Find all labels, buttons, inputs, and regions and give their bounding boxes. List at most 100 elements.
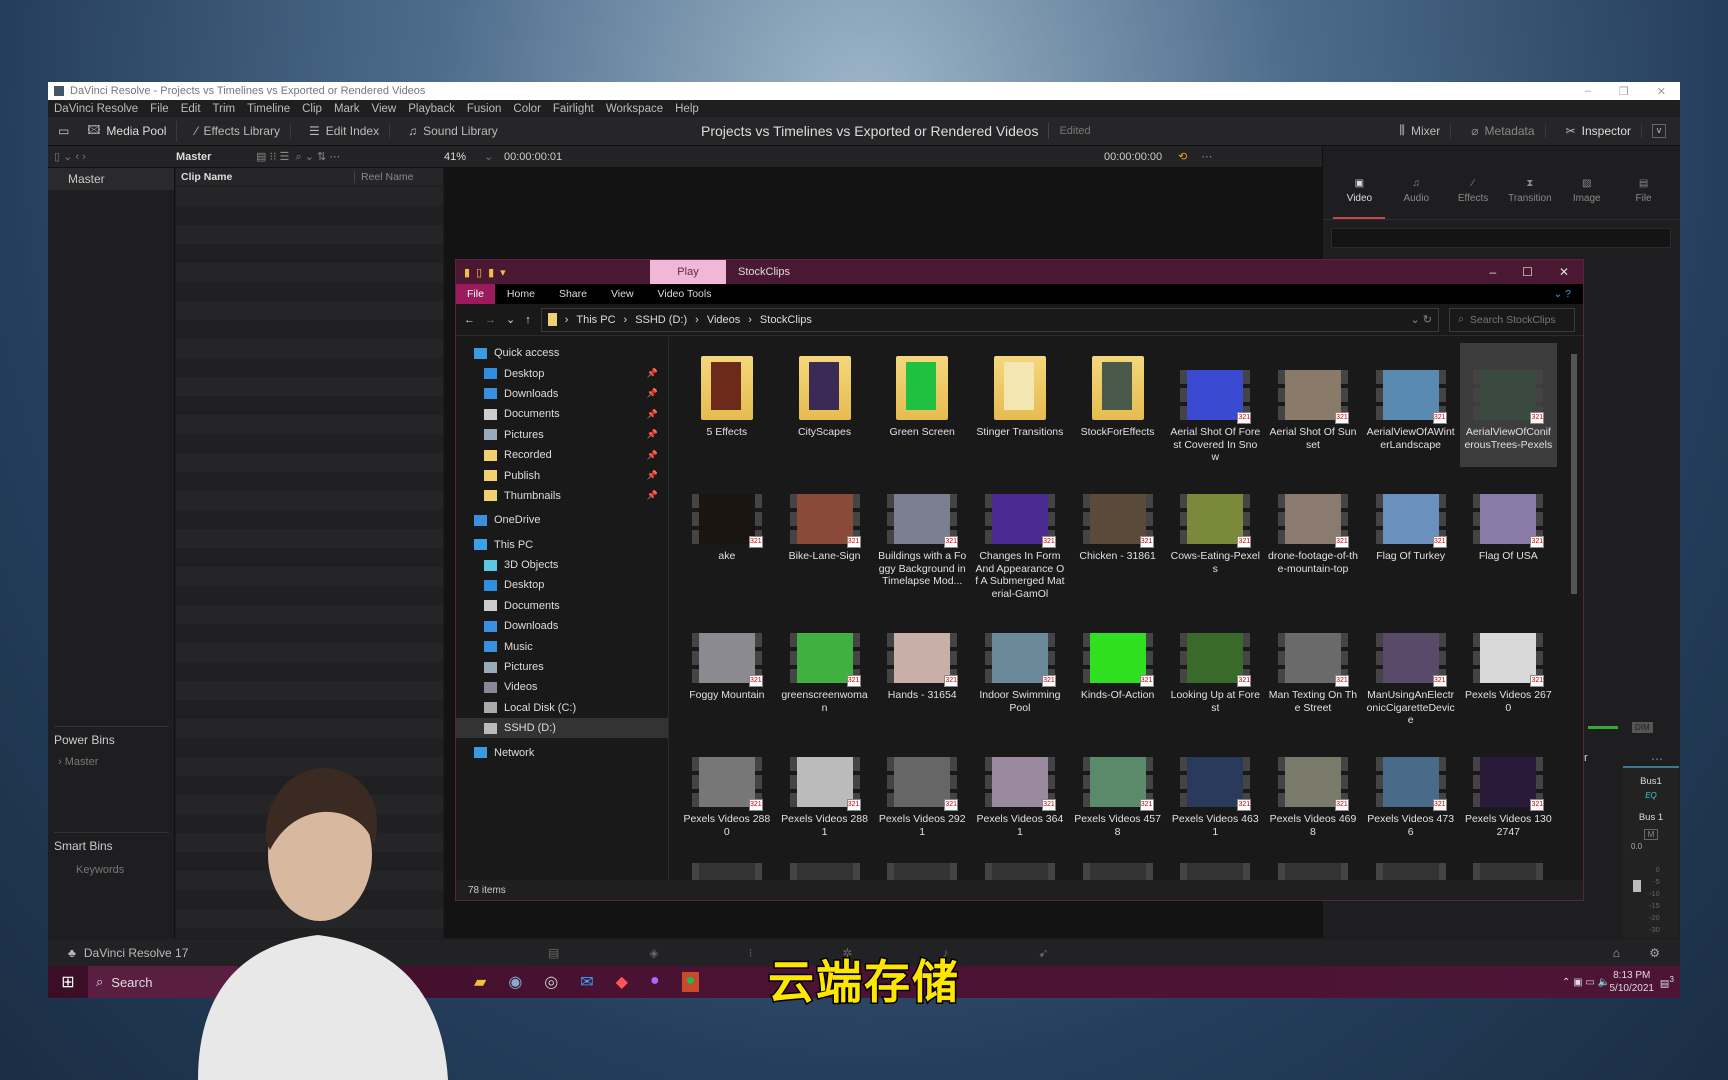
menu-color[interactable]: Color: [513, 103, 540, 115]
panel-toggle-icon[interactable]: ▭: [58, 124, 69, 138]
nav-item-this-pc[interactable]: This PC: [456, 535, 668, 555]
breadcrumb-stockclips[interactable]: StockClips: [760, 314, 812, 326]
zoom-level[interactable]: 41%: [444, 151, 484, 163]
minimize-button[interactable]: –: [1585, 85, 1591, 98]
breadcrumb-this-pc[interactable]: This PC: [576, 314, 615, 326]
video-file-item[interactable]: 321 Pexels Videos 2921: [873, 730, 971, 848]
pin-icon[interactable]: 📌: [647, 490, 658, 501]
maximize-button[interactable]: ☐: [1522, 265, 1533, 279]
start-icon[interactable]: ⊞: [48, 972, 88, 992]
video-file-item[interactable]: 321 Pexels Videos 4631: [1166, 730, 1264, 848]
column-reel-name[interactable]: Reel Name: [354, 170, 414, 183]
nav-item-publish[interactable]: Publish 📌: [456, 465, 668, 485]
menu-timeline[interactable]: Timeline: [247, 103, 290, 115]
mute-button[interactable]: M: [1644, 829, 1658, 840]
video-file-item[interactable]: 321 Aerial Shot Of Sunset: [1264, 343, 1362, 467]
metadata-button[interactable]: ⌀ Metadata: [1461, 123, 1546, 138]
inspector-tab-video[interactable]: ▣ Video: [1333, 178, 1386, 219]
back-icon[interactable]: ←: [464, 314, 475, 326]
inspector-tab-file[interactable]: ▤ File: [1618, 178, 1670, 219]
nav-item-desktop[interactable]: Desktop: [456, 575, 668, 595]
breadcrumb-sshd-d-[interactable]: SSHD (D:): [635, 314, 687, 326]
inspector-tab-audio[interactable]: ♫ Audio: [1390, 178, 1442, 219]
nav-item-thumbnails[interactable]: Thumbnails 📌: [456, 486, 668, 506]
nav-item-pictures[interactable]: Pictures: [456, 657, 668, 677]
menu-edit[interactable]: Edit: [181, 103, 201, 115]
pin-icon[interactable]: 📌: [647, 388, 658, 399]
notifications-icon[interactable]: ▤3: [1660, 974, 1674, 989]
video-file-item[interactable]: 321 AerialViewOfAWinterLandscape: [1362, 343, 1460, 467]
partial-row-item[interactable]: [678, 848, 776, 880]
spotify-icon[interactable]: ●: [681, 972, 700, 992]
inspector-tab-transition[interactable]: ⧗ Transition: [1504, 178, 1556, 219]
video-file-item[interactable]: 321 Foggy Mountain: [678, 606, 776, 730]
folder-item[interactable]: Green Screen: [873, 343, 971, 467]
more-icon[interactable]: ⋯: [1201, 150, 1212, 163]
nav-item-desktop[interactable]: Desktop 📌: [456, 363, 668, 383]
video-file-item[interactable]: 321 Looking Up at Forest: [1166, 606, 1264, 730]
smart-bin-keywords[interactable]: Keywords: [76, 864, 124, 876]
nav-arrows[interactable]: ▯ ⌄ ‹ ›: [48, 150, 176, 163]
help-icon[interactable]: ⌄ ?: [1541, 288, 1583, 300]
dim-slider[interactable]: [1588, 726, 1618, 729]
system-tray-icons[interactable]: ⌃ ▣ ▭ 🔈: [1562, 977, 1610, 988]
nav-item-local-disk-c-[interactable]: Local Disk (C:): [456, 698, 668, 718]
nav-item-documents[interactable]: Documents 📌: [456, 404, 668, 424]
menu-davinci-resolve[interactable]: DaVinci Resolve: [54, 103, 138, 115]
mail-icon[interactable]: ✉: [580, 972, 593, 992]
video-file-item[interactable]: 321 Flag Of USA: [1460, 467, 1558, 606]
inspector-tab-image[interactable]: ▨ Image: [1561, 178, 1613, 219]
video-file-item[interactable]: 321 Pexels Videos 4578: [1069, 730, 1167, 848]
quick-access-toolbar[interactable]: ▮▯▮▾: [456, 266, 512, 279]
minimize-button[interactable]: –: [1489, 265, 1496, 279]
partial-row-item[interactable]: [1166, 848, 1264, 880]
ribbon-tab-view[interactable]: View: [599, 288, 646, 300]
folder-item[interactable]: 5 Effects: [678, 343, 776, 467]
up-icon[interactable]: ↑: [525, 314, 531, 326]
close-button[interactable]: ✕: [1657, 85, 1666, 98]
video-file-item[interactable]: 321 Pexels Videos 2880: [678, 730, 776, 848]
recent-icon[interactable]: ⌄: [506, 313, 515, 326]
video-file-item[interactable]: 321 Man Texting On The Street: [1264, 606, 1362, 730]
address-bar[interactable]: › This PC › SSHD (D:) › Videos › StockClips ⌄ ↻: [540, 307, 1439, 332]
video-file-item[interactable]: 321 greenscreenwoman: [776, 606, 874, 730]
power-bin-master[interactable]: › Master: [58, 756, 98, 768]
video-file-item[interactable]: 321 Pexels Videos 3641: [971, 730, 1069, 848]
pin-icon[interactable]: 📌: [647, 409, 658, 420]
effects-library-button[interactable]: ⁄ Effects Library: [185, 124, 291, 138]
view-buttons[interactable]: ▤ ⁝⁝ ☰ ⌕ ⌄ ⇅ ⋯: [256, 150, 444, 164]
video-file-item[interactable]: 321 Pexels Videos 4698: [1264, 730, 1362, 848]
menu-help[interactable]: Help: [675, 103, 699, 115]
dim-button[interactable]: DIM: [1632, 722, 1653, 733]
inspector-tab-effects[interactable]: ⁄ Effects: [1447, 178, 1499, 219]
nav-item-music[interactable]: Music: [456, 636, 668, 656]
video-file-item[interactable]: 321 Hands - 31654: [873, 606, 971, 730]
ribbon-tab-share[interactable]: Share: [547, 288, 599, 300]
partial-row-item[interactable]: [1460, 848, 1558, 880]
ribbon-tab-video-tools[interactable]: Video Tools: [646, 288, 724, 300]
eq-button[interactable]: EQ: [1623, 791, 1679, 800]
pin-icon[interactable]: 📌: [647, 450, 658, 461]
nav-item-sshd-d-[interactable]: SSHD (D:): [456, 718, 668, 739]
breadcrumb-videos[interactable]: Videos: [707, 314, 740, 326]
expand-icon[interactable]: v: [1652, 123, 1666, 138]
video-file-item[interactable]: 321 Pexels Videos 1302747: [1460, 730, 1558, 848]
nav-item-downloads[interactable]: Downloads 📌: [456, 384, 668, 404]
nav-item-downloads[interactable]: Downloads: [456, 616, 668, 636]
clock[interactable]: 8:13 PM 5/10/2021: [1610, 969, 1655, 995]
refresh-icon[interactable]: ⌄ ↻: [1411, 313, 1433, 326]
menu-workspace[interactable]: Workspace: [606, 103, 663, 115]
partial-row-item[interactable]: [776, 848, 874, 880]
file-explorer-icon[interactable]: ▰: [474, 972, 486, 992]
video-file-item[interactable]: 321 Changes In Form And Appearance Of A S…: [971, 467, 1069, 606]
search-box[interactable]: ⌕ Search StockClips: [1449, 307, 1575, 332]
fader-handle[interactable]: [1633, 880, 1641, 892]
video-file-item[interactable]: 321 Cows-Eating-Pexels: [1166, 467, 1264, 606]
pin-icon[interactable]: 📌: [647, 429, 658, 440]
pin-icon[interactable]: 📌: [647, 368, 658, 379]
video-file-item[interactable]: 321 ake: [678, 467, 776, 606]
partial-row-item[interactable]: [971, 848, 1069, 880]
folder-item[interactable]: Stinger Transitions: [971, 343, 1069, 467]
inspector-button[interactable]: ✂ Inspector: [1556, 123, 1642, 138]
menu-fusion[interactable]: Fusion: [467, 103, 502, 115]
